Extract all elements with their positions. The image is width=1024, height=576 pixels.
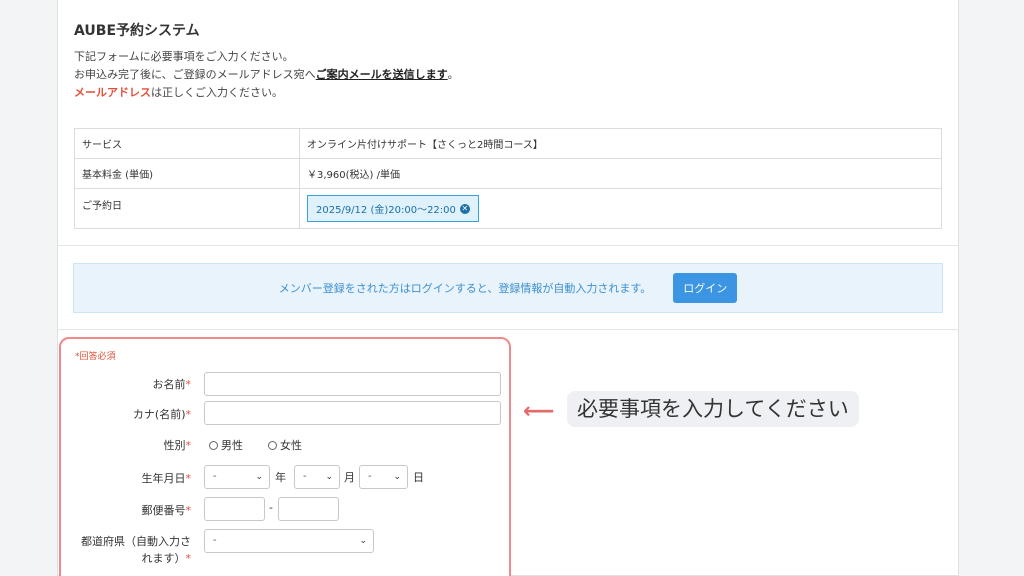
gender-label: 性別* [164, 437, 192, 453]
birth-month-value: - [303, 471, 307, 482]
name-input[interactable] [204, 372, 501, 396]
service-label: サービス [74, 128, 300, 159]
birthdate-label-text: 生年月日 [141, 472, 186, 485]
remove-date-icon[interactable]: ✕ [459, 203, 470, 214]
date-label: ご予約日 [74, 188, 300, 229]
prefecture-label-line-2: れます） [141, 552, 186, 565]
required-asterisk: * [185, 439, 192, 452]
gender-female-label: 女性 [280, 439, 302, 452]
postal-label: 郵便番号* [142, 502, 192, 518]
birth-day-value: - [368, 471, 372, 482]
intro-line-1: 下記フォームに必要事項をご入力ください。 [74, 50, 294, 63]
birthdate-label: 生年月日* [142, 470, 192, 486]
intro-line-3-post: は正しくご入力ください。 [151, 86, 283, 99]
birth-month-select[interactable]: - ⌄ [294, 465, 340, 489]
birth-year-value: - [213, 471, 217, 482]
intro-line-2-emphasis: ご案内メールを送信します [315, 68, 448, 81]
chevron-down-icon: ⌄ [325, 472, 333, 482]
customer-form: *回答必須 お名前* カナ(名前)* 性別* 男性 女性 生年月日* - ⌄ 年 … [59, 337, 511, 576]
prefecture-value: - [213, 535, 217, 546]
intro-section: AUBE予約システム 下記フォームに必要事項をご入力ください。 お申込み完了後に… [74, 20, 934, 102]
service-value: オンライン片付けサポート【さくっと2時間コース】 [299, 128, 942, 159]
postal-code-second-input[interactable] [278, 497, 339, 521]
chevron-down-icon: ⌄ [393, 472, 401, 482]
birth-day-select[interactable]: - ⌄ [359, 465, 408, 489]
kana-label-text: カナ(名前) [132, 408, 186, 421]
divider [58, 329, 958, 330]
year-unit: 年 [275, 471, 286, 484]
price-value: ￥3,960(税込) /単価 [299, 158, 942, 189]
kana-input[interactable] [204, 401, 501, 425]
gender-female-radio[interactable]: 女性 [268, 437, 302, 453]
required-note: *回答必須 [75, 352, 116, 362]
intro-line-3: メールアドレスは正しくご入力ください。 [74, 84, 934, 102]
gender-male-radio[interactable]: 男性 [209, 437, 243, 453]
postal-code-first-input[interactable] [204, 497, 265, 521]
radio-circle [268, 440, 277, 450]
chevron-down-icon: ⌄ [359, 536, 367, 546]
birth-year-select[interactable]: - ⌄ [204, 465, 270, 489]
postal-label-text: 郵便番号 [141, 504, 186, 517]
required-asterisk: * [185, 472, 192, 485]
postal-separator: - [269, 501, 273, 514]
date-chip-text: 2025/9/12 (金)20:00〜22:00 [316, 205, 456, 216]
instruction-callout: 必要事項を入力してください [567, 391, 859, 427]
required-asterisk: * [185, 552, 192, 565]
email-warning-highlight: メールアドレス [74, 86, 151, 99]
left-arrow-icon: ⟵ [523, 399, 555, 424]
kana-label: カナ(名前)* [133, 406, 191, 422]
prefecture-label-line-1: 都道府県（自動入力さ [81, 535, 191, 548]
radio-circle [209, 440, 218, 450]
name-label: お名前* [153, 376, 192, 392]
required-asterisk: * [185, 378, 192, 391]
login-message: メンバー登録をされた方はログインすると、登録情報が自動入力されます。 [278, 282, 652, 295]
price-label: 基本料金 (単価) [74, 158, 300, 189]
service-row: サービス オンライン片付けサポート【さくっと2時間コース】 [74, 128, 942, 159]
intro-line-2-post: 。 [447, 68, 459, 81]
prefecture-label: 都道府県（自動入力されます）* [81, 533, 191, 567]
login-button[interactable]: ログイン [673, 273, 738, 303]
gender-label-text: 性別 [163, 439, 186, 452]
divider [58, 245, 958, 246]
required-asterisk: * [185, 504, 192, 517]
chevron-down-icon: ⌄ [255, 472, 263, 482]
prefecture-select[interactable]: - ⌄ [204, 529, 374, 553]
reservation-info-table: サービス オンライン片付けサポート【さくっと2時間コース】 基本料金 (単価) … [74, 128, 942, 229]
date-cell: 2025/9/12 (金)20:00〜22:00 ✕ [299, 188, 942, 229]
gender-male-label: 男性 [221, 439, 243, 452]
system-title: AUBE予約システム [74, 23, 200, 39]
date-row: ご予約日 2025/9/12 (金)20:00〜22:00 ✕ [74, 188, 942, 229]
login-notice: メンバー登録をされた方はログインすると、登録情報が自動入力されます。 ログイン [73, 263, 943, 313]
month-unit: 月 [344, 471, 355, 484]
required-asterisk: * [185, 408, 192, 421]
day-unit: 日 [413, 471, 424, 484]
date-chip[interactable]: 2025/9/12 (金)20:00〜22:00 ✕ [307, 195, 479, 222]
intro-line-2-pre: お申込み完了後に、ご登録のメールアドレス宛へ [74, 68, 316, 81]
name-label-text: お名前 [152, 378, 186, 391]
intro-line-2: お申込み完了後に、ご登録のメールアドレス宛へご案内メールを送信します。 [74, 66, 934, 84]
price-row: 基本料金 (単価) ￥3,960(税込) /単価 [74, 158, 942, 189]
